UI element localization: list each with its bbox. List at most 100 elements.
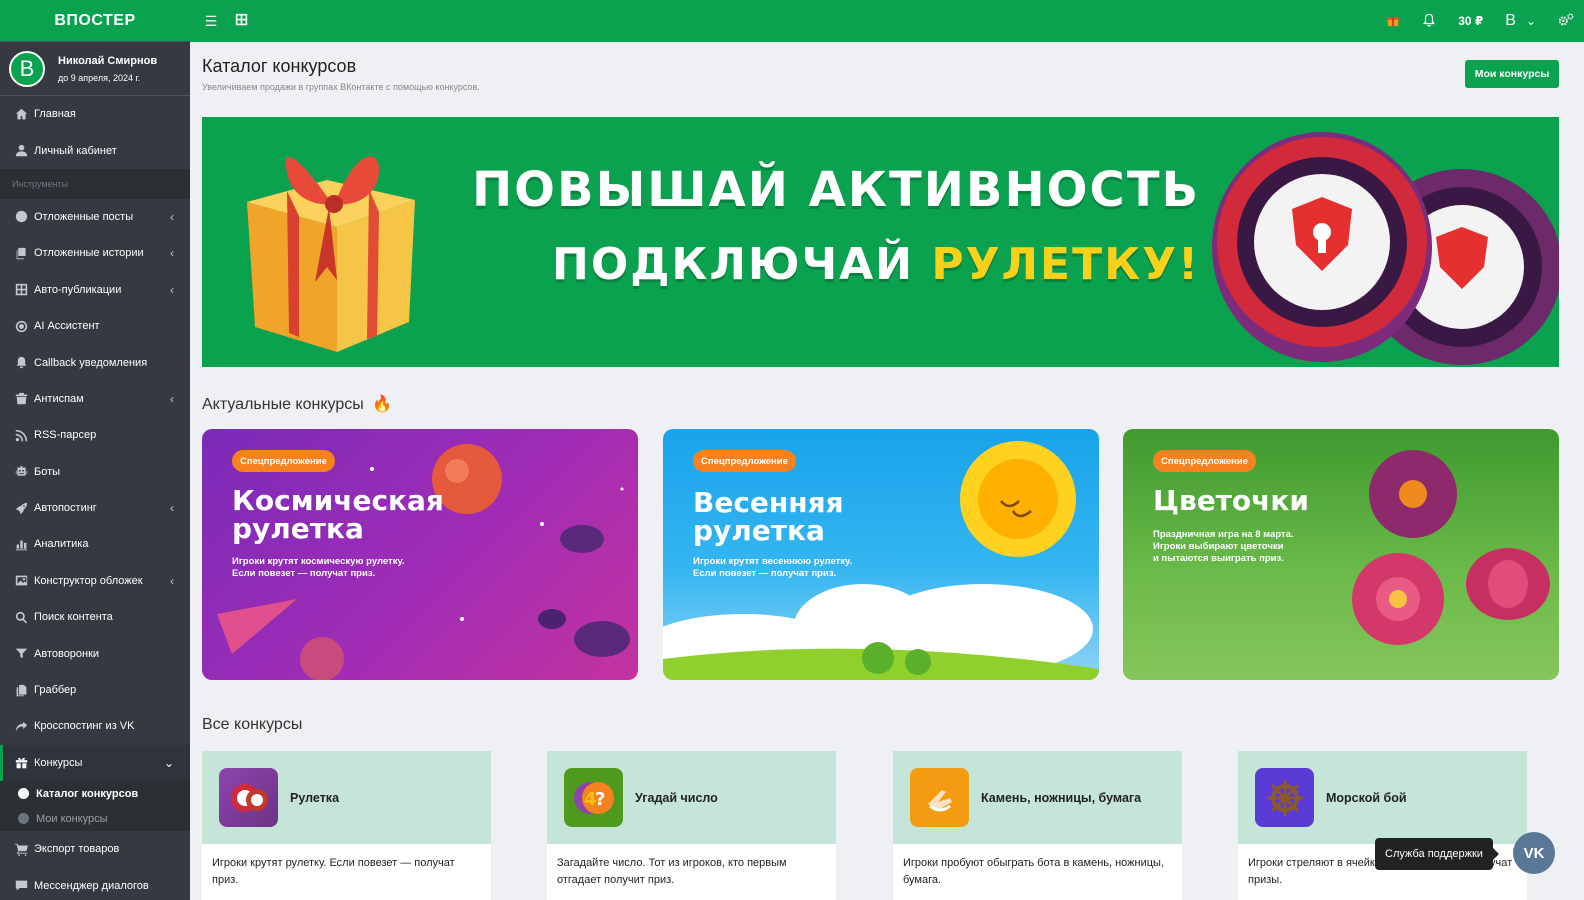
sidebar-item-autoposting[interactable]: Автопостинг ‹	[0, 490, 190, 526]
support-tooltip[interactable]: Служба поддержки	[1375, 838, 1499, 870]
contest-card-rps[interactable]: Камень, ножницы, бумага Игроки пробуют о…	[893, 751, 1182, 900]
special-offer-badge: Спецпредложение	[693, 450, 796, 472]
user-icon	[14, 144, 28, 158]
card-description: Игроки пробуют обыграть бота в камень, н…	[903, 857, 1165, 887]
card-header: 4? Угадай число	[547, 751, 836, 844]
sidebar-subitem-catalog[interactable]: Каталог конкурсов	[0, 781, 190, 806]
sidebar-item-messenger[interactable]: Мессенджер диалогов	[0, 867, 190, 900]
rock-paper-scissors-icon	[910, 768, 969, 827]
sidebar-item-content-search[interactable]: Поиск контента	[0, 599, 190, 635]
sidebar-item-grabber[interactable]: Граббер	[0, 672, 190, 708]
sidebar-item-delayed-posts[interactable]: Отложенные посты ‹	[0, 199, 190, 235]
casino-chips-illustration	[1212, 132, 1559, 365]
sidebar-item-rss[interactable]: RSS-парсер	[0, 417, 190, 453]
share-icon	[14, 719, 28, 733]
svg-text:?: ?	[595, 789, 605, 810]
balance[interactable]: 30 ₽	[1458, 14, 1483, 28]
search-icon	[14, 610, 28, 624]
sidebar-item-cabinet[interactable]: Личный кабинет	[0, 132, 190, 168]
account-menu[interactable]: B ⌄	[1505, 12, 1536, 30]
sidebar-item-label: Кросспостинг из VK	[34, 720, 135, 733]
sidebar-item-export[interactable]: Экспорт товаров	[0, 831, 190, 867]
gift-icon	[14, 756, 28, 770]
bell-icon[interactable]	[1422, 13, 1436, 30]
main-content: Каталог конкурсов Увеличиваем продажи в …	[190, 42, 1584, 900]
brand-logo[interactable]: ВПОСТЕР	[0, 0, 190, 42]
promo-card-spring[interactable]: Спецпредложение Весенняя рулетка Игроки …	[663, 429, 1099, 680]
settings-icon[interactable]	[1558, 12, 1574, 30]
chevron-left-icon: ‹	[170, 209, 174, 224]
banner-subheadline: ПОДКЛЮЧАЙ РУЛЕТКУ!	[552, 239, 1200, 290]
promo-card-space[interactable]: Спецпредложение Космическая рулетка Игро…	[202, 429, 638, 680]
rocket-icon	[14, 501, 28, 515]
chevron-left-icon: ‹	[170, 246, 174, 261]
promo-title-line: рулетка	[693, 514, 825, 547]
sidebar-item-bots[interactable]: Боты	[0, 454, 190, 490]
sidebar-item-antispam[interactable]: Антиспам ‹	[0, 381, 190, 417]
sidebar-item-autofunnels[interactable]: Автоворонки	[0, 635, 190, 671]
contest-card-guess-number[interactable]: 4? Угадай число Загадайте число. Тот из …	[547, 751, 836, 900]
promo-title-line: Весенняя	[693, 486, 844, 519]
page-title: Каталог конкурсов	[202, 56, 357, 76]
card-title: Камень, ножницы, бумага	[981, 790, 1142, 805]
promo-description: Игроки крутят весеннюю рулетку. Если пов…	[693, 556, 853, 579]
sidebar-item-label: Автопостинг	[34, 502, 97, 515]
sidebar-item-label: Мои конкурсы	[36, 812, 108, 825]
sidebar-item-contests[interactable]: Конкурсы ⌄	[0, 744, 190, 782]
gift-icon[interactable]	[1386, 13, 1400, 30]
sidebar-item-label: Каталог конкурсов	[36, 787, 139, 800]
clock-icon	[14, 210, 28, 224]
promo-title: Космическая рулетка	[232, 487, 444, 543]
avatar[interactable]: B	[9, 50, 45, 87]
sidebar-item-label: Личный кабинет	[34, 144, 117, 157]
circle-icon	[18, 813, 29, 825]
chevron-down-icon: ⌄	[1525, 14, 1536, 28]
sidebar-item-label: Боты	[34, 465, 61, 478]
cart-icon	[14, 842, 28, 856]
image-icon	[14, 574, 28, 588]
sidebar-item-home[interactable]: Главная	[0, 96, 190, 132]
guess-number-icon: 4?	[564, 768, 623, 827]
sidebar-item-analytics[interactable]: Аналитика	[0, 526, 190, 562]
section-title-current: Актуальные конкурсы 🔥	[202, 394, 392, 414]
banner-text-highlight: РУЛЕТКУ!	[931, 239, 1201, 290]
card-header: Камень, ножницы, бумага	[893, 751, 1182, 844]
chevron-down-icon: ⌄	[163, 755, 174, 770]
card-header: Морской бой	[1238, 751, 1527, 844]
sidebar-item-delayed-stories[interactable]: Отложенные истории ‹	[0, 235, 190, 271]
apps-grid-icon[interactable]	[232, 13, 250, 29]
promo-banner[interactable]: ПОВЫШАЙ АКТИВНОСТЬ ПОДКЛЮЧАЙ РУЛЕТКУ!	[202, 117, 1559, 367]
sidebar-item-label: Callback уведомления	[34, 356, 148, 369]
page-subtitle: Увеличиваем продажи в группах ВКонтакте …	[202, 82, 480, 92]
promo-title: Весенняя рулетка	[693, 489, 844, 545]
sidebar-item-label: Автоворонки	[34, 647, 100, 660]
file-copy-icon	[14, 683, 28, 697]
contest-card-sea-battle[interactable]: Морской бой Игроки стреляют в ячейки. Ес…	[1238, 751, 1527, 900]
nav-section-header: Инструменты	[0, 168, 190, 199]
sidebar-item-crossposting[interactable]: Кросспостинг из VK	[0, 708, 190, 744]
special-offer-badge: Спецпредложение	[232, 450, 335, 472]
sidebar-item-auto-publications[interactable]: Авто-публикации ‹	[0, 272, 190, 308]
topbar: ☰ 30 ₽ B ⌄	[190, 0, 1584, 42]
promo-card-flowers[interactable]: Спецпредложение Цветочки Праздничная игр…	[1123, 429, 1559, 680]
sidebar-item-ai-assistant[interactable]: AI Ассистент	[0, 308, 190, 344]
chevron-left-icon: ‹	[170, 573, 174, 588]
sidebar-item-cover-builder[interactable]: Конструктор обложек ‹	[0, 563, 190, 599]
sidebar-item-label: Главная	[34, 108, 76, 121]
chat-icon	[14, 879, 28, 893]
sidebar-subitem-my-contests[interactable]: Мои конкурсы	[0, 806, 190, 831]
card-title: Рулетка	[290, 790, 340, 805]
robot-icon	[14, 465, 28, 479]
contest-card-roulette[interactable]: Рулетка Игроки крутят рулетку. Если пове…	[202, 751, 491, 900]
promo-title-line: рулетка	[232, 512, 364, 545]
my-contests-button[interactable]: Мои конкурсы	[1465, 60, 1559, 88]
sidebar-item-label: Экспорт товаров	[34, 843, 120, 856]
user-panel[interactable]: B Николай Смирнов до 9 апреля, 2024 г.	[0, 42, 190, 96]
ai-icon	[14, 319, 28, 333]
promo-title-line: Цветочки	[1153, 484, 1309, 517]
copy-icon	[14, 246, 28, 260]
sidebar-item-callback[interactable]: Callback уведомления	[0, 344, 190, 380]
sidebar-item-label: Конструктор обложек	[34, 574, 143, 587]
menu-icon[interactable]: ☰	[202, 13, 220, 30]
vk-support-button[interactable]: VK	[1513, 832, 1555, 874]
